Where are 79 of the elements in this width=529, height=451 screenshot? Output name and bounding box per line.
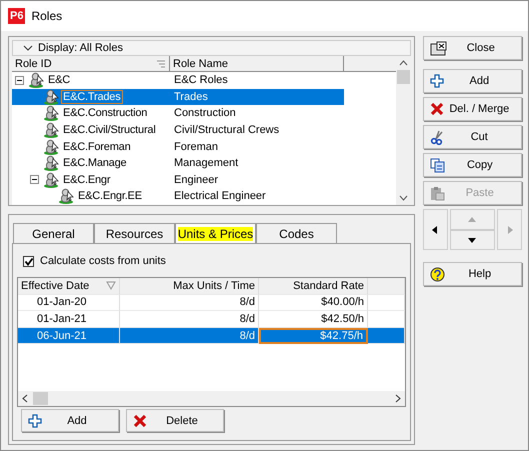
role-icon [43, 88, 59, 105]
role-id[interactable]: E&C [46, 73, 72, 88]
expander-icon[interactable] [30, 175, 41, 184]
delete-icon [430, 102, 444, 116]
role-id[interactable]: E&C.Engr [61, 172, 112, 187]
column-header[interactable]: Role ID [12, 56, 170, 71]
close-button[interactable]: Close [422, 36, 522, 60]
filter-icon [106, 281, 116, 290]
column-header[interactable]: Role Name [170, 56, 344, 71]
role-id[interactable]: E&C.Engr.EE [76, 189, 144, 204]
copy-button[interactable]: Copy [422, 153, 522, 177]
role-icon [43, 122, 59, 138]
role-name: Trades [174, 90, 208, 103]
scroll-thumb[interactable] [396, 70, 410, 84]
horizontal-scrollbar[interactable] [18, 391, 405, 406]
table-cell [368, 328, 405, 344]
role-icon [43, 138, 59, 155]
window-close-icon [430, 40, 447, 56]
table-cell: 01-Jan-20 [18, 294, 120, 312]
role-id[interactable]: E&C.Construction [61, 106, 150, 120]
role-name: Construction [174, 107, 236, 120]
tab[interactable]: Resources [94, 223, 175, 243]
tab[interactable]: General [13, 223, 94, 243]
help-icon [430, 266, 445, 282]
checkbox-label: Calculate costs from units [40, 255, 166, 267]
vertical-scrollbar[interactable] [396, 56, 411, 205]
table-cell: 06-Jun-21 [18, 328, 120, 344]
plus-icon [430, 74, 444, 88]
role-name: Foreman [174, 140, 218, 153]
role-icon [43, 155, 59, 172]
role-icon [43, 172, 59, 188]
role-id[interactable]: E&C.Manage [61, 156, 128, 170]
role-name: E&C Roles [174, 74, 228, 86]
column-header[interactable] [368, 278, 405, 295]
role-id[interactable]: E&C.Trades [61, 90, 123, 104]
delete-button[interactable]: Del. / Merge [422, 97, 522, 121]
column-header[interactable]: Standard Rate [259, 278, 368, 295]
role-name: Engineer [174, 174, 218, 186]
checkbox[interactable] [23, 256, 34, 266]
table-row[interactable]: 01-Jan-20 8/d $40.00/h [18, 294, 405, 312]
table-cell: $40.00/h [259, 294, 368, 312]
role-name: Electrical Engineer [174, 190, 266, 202]
scroll-thumb[interactable] [33, 392, 48, 405]
display-label: Display: All Roles [38, 42, 123, 54]
delete-icon [133, 414, 147, 428]
tab[interactable]: Codes [256, 223, 337, 243]
arrow-button[interactable] [450, 230, 495, 250]
column-header[interactable]: Max Units / Time [120, 278, 259, 295]
role-id[interactable]: E&C.Civil/Structural [61, 123, 158, 138]
cut-button[interactable]: Cut [422, 125, 522, 149]
caret-icon [23, 44, 33, 52]
copy-icon [430, 158, 445, 172]
role-name: Management [174, 157, 238, 170]
down-arrow-icon [467, 236, 478, 244]
table-row[interactable]: 06-Jun-21 8/d $42.75/h [18, 328, 405, 344]
help-button[interactable]: Help [422, 262, 522, 286]
plus-icon [28, 414, 42, 428]
display-filter[interactable]: Display: All Roles [12, 40, 411, 56]
tab[interactable]: Units & Prices [175, 223, 256, 244]
table-cell: 8/d [120, 328, 259, 344]
table-cell: 8/d [120, 294, 259, 312]
role-name: Civil/Structural Crews [174, 124, 280, 136]
app-logo: P6 [8, 8, 26, 24]
scissors-icon [430, 130, 444, 144]
table-cell [368, 294, 405, 312]
column-header[interactable]: Effective Date [18, 278, 120, 295]
sort-icon [156, 58, 166, 68]
up-arrow-icon [467, 215, 478, 224]
role-id[interactable]: E&C.Foreman [61, 140, 132, 154]
add-button[interactable]: Add [422, 69, 522, 93]
table-cell: $42.75/h [259, 328, 368, 344]
delete-button[interactable]: Delete [126, 409, 224, 432]
role-icon [43, 105, 59, 122]
role-icon [28, 72, 44, 88]
table-cell: $42.50/h [259, 311, 368, 328]
clipboard-icon [430, 186, 445, 200]
expander-icon[interactable] [15, 76, 26, 85]
add-button[interactable]: Add [21, 409, 119, 432]
window-title: Roles [31, 9, 62, 23]
